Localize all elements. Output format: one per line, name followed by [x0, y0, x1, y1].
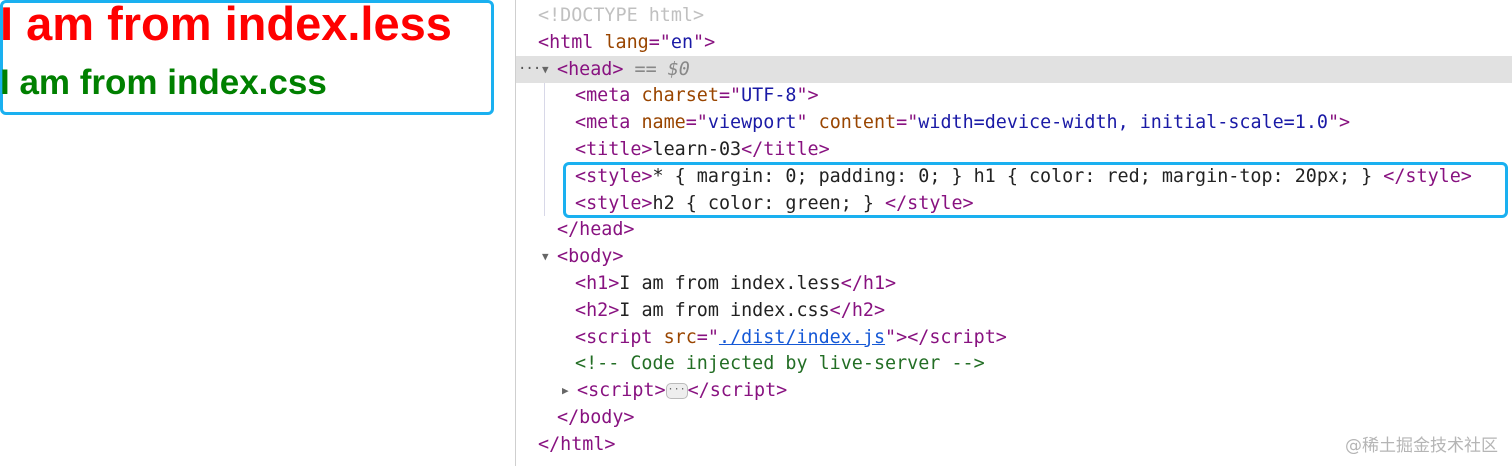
code-token: learn-03: [652, 139, 742, 160]
code-token: en: [670, 31, 694, 53]
dom-node[interactable]: ▶ <script> ··· </script>: [516, 377, 1512, 404]
heading-h2: I am from index.css: [0, 63, 327, 102]
dom-node[interactable]: <h1>I am from index.less</h1>: [516, 270, 1512, 297]
code-token: src: [663, 326, 697, 348]
code-token: ">: [796, 85, 819, 107]
code-token: </h2>: [829, 299, 886, 321]
code-token: lang: [604, 31, 649, 53]
node-code: <head> == $0: [557, 56, 690, 83]
source-link[interactable]: ./dist/index.js: [719, 327, 885, 348]
watermark: @稀土掘金技术社区: [1345, 436, 1498, 456]
code-token: =": [685, 112, 708, 134]
node-code: <h2>I am from index.css</h2>: [575, 297, 885, 324]
dom-node[interactable]: </head>: [516, 216, 1512, 243]
node-code: <meta name="viewport" content="width=dev…: [575, 109, 1350, 136]
dom-node[interactable]: <html lang="en">: [516, 29, 1512, 56]
node-code: <html lang="en">: [538, 29, 715, 56]
code-token: <html: [538, 31, 605, 53]
expand-triangle-icon[interactable]: ▼: [542, 243, 549, 270]
more-options-icon[interactable]: ···: [518, 56, 541, 83]
code-token: I am from index.less: [619, 273, 841, 294]
code-token: <h2>: [575, 299, 620, 321]
code-token: </h1>: [840, 273, 897, 294]
dom-node[interactable]: <meta name="viewport" content="width=dev…: [516, 109, 1512, 136]
code-token: </html>: [538, 433, 616, 455]
code-token: <script>: [577, 380, 666, 402]
code-token: </body>: [557, 407, 635, 428]
node-code: <h1>I am from index.less</h1>: [575, 270, 896, 297]
node-code: </body>: [557, 404, 635, 431]
dom-node[interactable]: <h2>I am from index.css</h2>: [516, 297, 1512, 324]
dom-node-selected[interactable]: ··· ▼ <head> == $0: [516, 55, 1512, 83]
code-token: <h1>: [575, 273, 620, 294]
node-code: <title>learn-03</title>: [575, 136, 830, 163]
code-token: I am from index.css: [619, 299, 830, 321]
code-token: =": [696, 326, 719, 348]
code-token: charset: [641, 85, 719, 107]
code-token: UTF-8: [741, 85, 797, 107]
code-token: $0: [667, 58, 690, 80]
node-code: <script> ··· </script>: [577, 377, 787, 404]
code-token: name: [641, 112, 686, 134]
page-preview: I am from index.less I am from index.css: [0, 0, 515, 466]
dom-node[interactable]: ▼ <body>: [516, 243, 1512, 270]
code-token: <meta: [575, 85, 642, 107]
code-token: <body>: [557, 246, 624, 268]
devtools-elements-panel: <!DOCTYPE html> <html lang="en"> ··· ▼ <head…: [516, 0, 1512, 466]
dom-node[interactable]: <!-- Code injected by live-server -->: [516, 350, 1512, 377]
code-token: <script: [575, 326, 664, 348]
dom-node[interactable]: <!DOCTYPE html>: [516, 2, 1512, 29]
node-code: </head>: [557, 216, 635, 243]
heading-h1: I am from index.less: [0, 0, 452, 50]
node-code: <script src="./dist/index.js"></script>: [575, 324, 1007, 351]
code-token: </head>: [557, 219, 635, 241]
collapse-triangle-icon[interactable]: ▶: [562, 377, 569, 404]
node-code: <body>: [557, 243, 623, 270]
dom-node[interactable]: </body>: [516, 404, 1512, 431]
code-token: width=device-width, initial-scale=1.0: [918, 112, 1328, 134]
code-token: <!-- Code injected by live-server -->: [575, 353, 985, 375]
ellipsis-expand-button[interactable]: ···: [665, 383, 688, 400]
dom-node[interactable]: <title>learn-03</title>: [516, 136, 1512, 163]
code-token: content: [818, 112, 897, 134]
code-token: =": [718, 85, 742, 107]
code-token: ">: [1327, 112, 1351, 134]
code-token: <meta: [575, 112, 642, 134]
code-token: ==: [623, 58, 668, 80]
dom-node[interactable]: <meta charset="UTF-8">: [516, 82, 1512, 109]
code-token: =": [896, 112, 919, 134]
node-code: <!-- Code injected by live-server -->: [575, 350, 985, 377]
code-token: </script>: [687, 380, 788, 402]
expand-triangle-icon[interactable]: ▼: [542, 56, 549, 83]
node-code: <!DOCTYPE html>: [538, 2, 704, 29]
code-token: </title>: [741, 139, 830, 160]
style-highlight-box: [563, 162, 1508, 218]
node-code: <meta charset="UTF-8">: [575, 82, 819, 109]
code-token: ">: [693, 31, 716, 53]
code-token: <!DOCTYPE html>: [538, 5, 705, 26]
code-token: <head>: [557, 58, 624, 80]
code-token: <title>: [575, 139, 653, 160]
code-token: "></script>: [885, 326, 1007, 348]
code-token: viewport: [707, 112, 797, 134]
node-code: </html>: [538, 431, 616, 458]
code-token: ": [796, 112, 819, 134]
dom-node[interactable]: <script src="./dist/index.js"></script>: [516, 324, 1512, 351]
code-token: =": [648, 31, 671, 53]
